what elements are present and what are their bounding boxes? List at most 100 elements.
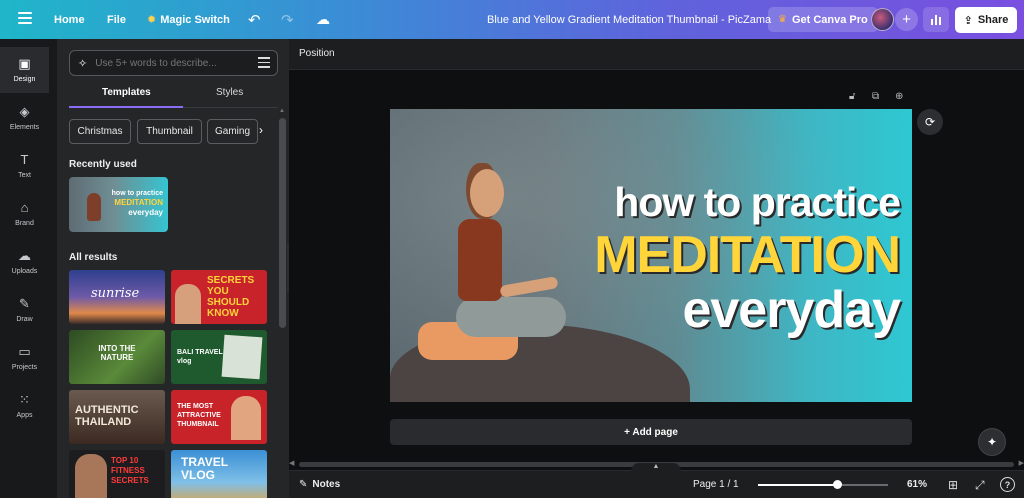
filter-icon[interactable] <box>258 57 270 69</box>
get-pro-label: Get Canva Pro <box>791 13 868 26</box>
template-thumbnail[interactable]: SECRETS YOU SHOULD KNOW <box>171 270 267 324</box>
template-text: TOP 10 FITNESS SECRETS <box>111 456 149 485</box>
template-thumbnail[interactable]: sunrise <box>69 270 165 324</box>
rail-item-design[interactable]: ▣ Design <box>0 47 49 93</box>
cloud-icon[interactable]: ☁ <box>316 0 330 39</box>
template-text: TRAVEL VLOG <box>181 455 228 482</box>
text-icon: T <box>20 152 29 167</box>
notes-button[interactable]: ✎ Notes <box>299 479 340 490</box>
upload-icon: ⇪ <box>963 14 973 27</box>
thumb-person <box>75 454 107 498</box>
scroll-right-arrow[interactable]: ▶ <box>1019 459 1024 467</box>
rail-label: Brand <box>15 220 34 227</box>
rail-item-uploads[interactable]: ☁ Uploads <box>0 239 49 285</box>
thumb-person <box>231 396 261 440</box>
templates-panel: ✧ Templates Styles Christmas Thumbnail G… <box>57 39 289 498</box>
editor-area: Position 🔓︎ ⧉ ⊕ how to practice MEDITATI… <box>289 39 1024 498</box>
share-button[interactable]: ⇪ Share <box>955 7 1017 33</box>
rail-label: Projects <box>11 364 38 371</box>
document-title[interactable]: Blue and Yellow Gradient Meditation Thum… <box>487 0 771 39</box>
template-thumbnail[interactable]: AUTHENTIC THAILAND <box>69 390 165 444</box>
template-text: AUTHENTIC THAILAND <box>75 404 139 428</box>
home-button[interactable]: Home <box>54 0 85 39</box>
panel-scrollbar[interactable] <box>279 118 286 328</box>
add-page-button[interactable]: + Add page <box>390 419 912 445</box>
lock-icon[interactable]: 🔓︎ <box>849 91 855 102</box>
search-box[interactable]: ✧ <box>69 50 278 76</box>
legs <box>456 297 566 337</box>
bottom-bar: ▲ ✎ Notes Page 1 / 1 61% ⊞ ⤢ ? <box>289 463 1024 498</box>
chip-thumbnail[interactable]: Thumbnail <box>137 119 202 144</box>
crown-icon: ♛ <box>778 14 787 25</box>
analytics-icon[interactable] <box>923 7 949 32</box>
recently-used-heading: Recently used <box>69 159 137 170</box>
fullscreen-icon[interactable]: ⤢ <box>975 478 985 493</box>
magic-search-icon: ✧ <box>78 57 88 70</box>
rail-item-brand[interactable]: ⌂ Brand <box>0 191 49 237</box>
notes-label: Notes <box>312 479 341 490</box>
context-toolbar: Position <box>289 39 1024 70</box>
file-menu-button[interactable]: File <box>107 0 126 39</box>
page-indicator[interactable]: Page 1 / 1 <box>693 479 739 490</box>
refresh-icon[interactable]: ⟳ <box>917 109 943 135</box>
chevron-up-icon[interactable]: ▲ <box>631 463 681 473</box>
scroll-left-arrow[interactable]: ◀ <box>289 459 294 467</box>
add-page-icon[interactable]: ⊕ <box>895 91 903 102</box>
scroll-up-arrow[interactable]: ▲ <box>279 108 285 114</box>
zoom-slider-fill <box>758 484 838 486</box>
sparkle-icon[interactable]: ✦ <box>978 428 1006 456</box>
rail-item-apps[interactable]: ⁙ Apps <box>0 383 49 429</box>
template-text: sunrise <box>91 286 140 301</box>
thumb-figure <box>87 193 101 221</box>
top-bar: Home File ✹ Magic Switch ↶ ↷ ☁ Blue and … <box>0 0 1024 39</box>
thumb-person <box>175 284 201 324</box>
template-text: SECRETS YOU SHOULD KNOW <box>207 275 255 319</box>
redo-icon[interactable]: ↷ <box>281 0 294 39</box>
rail-item-projects[interactable]: ▭ Projects <box>0 335 49 381</box>
tab-styles[interactable]: Styles <box>216 87 243 98</box>
tab-templates[interactable]: Templates <box>102 87 151 98</box>
chip-christmas[interactable]: Christmas <box>69 119 131 144</box>
rail-item-text[interactable]: T Text <box>0 143 49 189</box>
star-icon: ✹ <box>147 14 157 26</box>
recent-template-thumbnail[interactable]: how to practice MEDITATION everyday <box>69 177 168 232</box>
rail-item-draw[interactable]: ✎ Draw <box>0 287 49 333</box>
undo-icon[interactable]: ↶ <box>248 0 261 39</box>
template-thumbnail[interactable]: TRAVEL VLOG <box>171 450 267 498</box>
grid-view-icon[interactable]: ⊞ <box>948 478 958 492</box>
zoom-level[interactable]: 61% <box>907 479 927 490</box>
magic-switch-button[interactable]: ✹ Magic Switch <box>147 0 230 39</box>
search-input[interactable] <box>95 57 246 69</box>
chevron-right-icon[interactable]: › <box>259 123 263 137</box>
thumb-line1: how to practice <box>111 190 163 197</box>
rail-item-elements[interactable]: ◈ Elements <box>0 95 49 141</box>
design-canvas[interactable]: how to practice MEDITATION everyday <box>390 109 912 402</box>
zoom-slider[interactable] <box>758 484 888 486</box>
thumb-photo <box>221 334 263 380</box>
headline-line1[interactable]: how to practice <box>614 179 901 226</box>
chip-gaming[interactable]: Gaming <box>207 119 258 144</box>
duplicate-icon[interactable]: ⧉ <box>872 91 879 102</box>
active-tab-indicator <box>69 106 183 108</box>
thumb-line3: everyday <box>128 208 163 217</box>
plus-icon[interactable]: + <box>895 8 918 31</box>
menu-icon[interactable] <box>18 12 32 26</box>
template-thumbnail[interactable]: BALI TRAVEL vlog <box>171 330 267 384</box>
zoom-slider-handle[interactable] <box>833 480 843 489</box>
headline-line3[interactable]: everyday <box>682 280 901 340</box>
rail-label: Design <box>13 76 36 83</box>
template-thumbnail[interactable]: INTO THE NATURE <box>69 330 165 384</box>
headline-line2[interactable]: MEDITATION <box>594 225 901 285</box>
template-thumbnail[interactable]: THE MOST ATTRACTIVE THUMBNAIL <box>171 390 267 444</box>
help-button[interactable]: ? <box>1000 477 1015 492</box>
avatar[interactable] <box>871 8 894 31</box>
get-canva-pro-button[interactable]: ♛ Get Canva Pro <box>768 7 878 32</box>
position-button[interactable]: Position <box>299 48 335 59</box>
design-icon: ▣ <box>18 56 31 71</box>
template-thumbnail[interactable]: TOP 10 FITNESS SECRETS <box>69 450 165 498</box>
rail-label: Elements <box>9 124 40 131</box>
side-rail: ▣ Design ◈ Elements T Text ⌂ Brand ☁ Upl… <box>0 39 49 498</box>
magic-switch-label: Magic Switch <box>160 13 230 26</box>
rail-label: Apps <box>16 412 33 419</box>
template-text: BALI TRAVEL vlog <box>177 349 223 365</box>
